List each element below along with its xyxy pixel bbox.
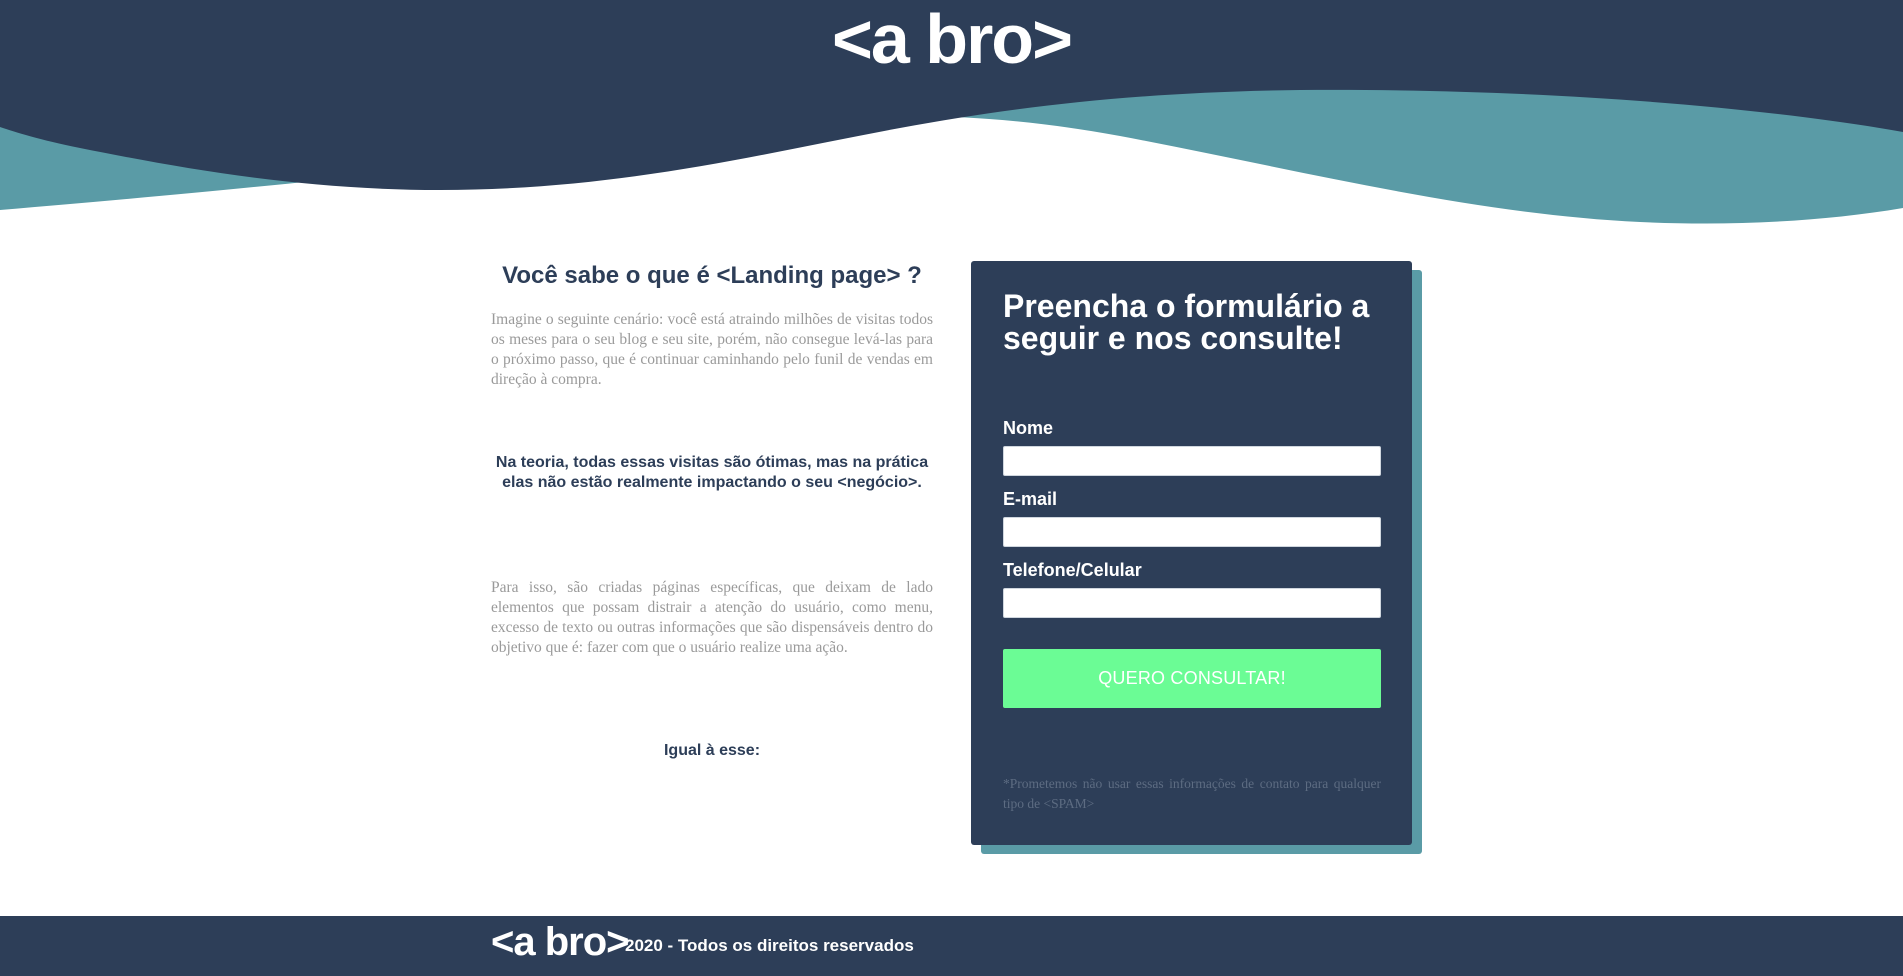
header-logo[interactable]: <a bro>	[832, 4, 1073, 74]
phone-field[interactable]	[1003, 588, 1381, 618]
form-title: Preencha o formulário a seguir e nos con…	[1003, 288, 1370, 356]
intro-paragraph-1: Imagine o seguinte cenário: você está at…	[491, 311, 933, 388]
submit-button[interactable]: QUERO CONSULTAR!	[1003, 649, 1381, 708]
footer-copyright: 2020 - Todos os direitos reservados	[625, 936, 914, 955]
footer-logo[interactable]: <a bro>	[491, 920, 630, 964]
intro-section: Você sabe o que é <Landing page> ? Imagi…	[491, 262, 933, 759]
contact-form-card: Preencha o formulário a seguir e nos con…	[971, 261, 1412, 845]
header: <a bro>	[0, 0, 1903, 240]
intro-title: Você sabe o que é <Landing page> ?	[502, 262, 922, 289]
email-label: E-mail	[1003, 489, 1058, 509]
intro-paragraph-2: Para isso, são criadas páginas específic…	[491, 579, 933, 656]
email-field[interactable]	[1003, 517, 1381, 547]
footer: <a bro> 2020 - Todos os direitos reserva…	[0, 916, 1903, 976]
name-label: Nome	[1003, 418, 1054, 438]
name-field[interactable]	[1003, 446, 1381, 476]
example-label: Igual à esse:	[663, 742, 761, 759]
phone-label: Telefone/Celular	[1003, 560, 1142, 580]
intro-highlight: Na teoria, todas essas visitas são ótima…	[495, 454, 929, 491]
landing-page: <a bro> Você sabe o que é <Landing page>…	[0, 0, 1903, 976]
spam-disclaimer: *Prometemos não usar essas informações d…	[1003, 776, 1381, 811]
